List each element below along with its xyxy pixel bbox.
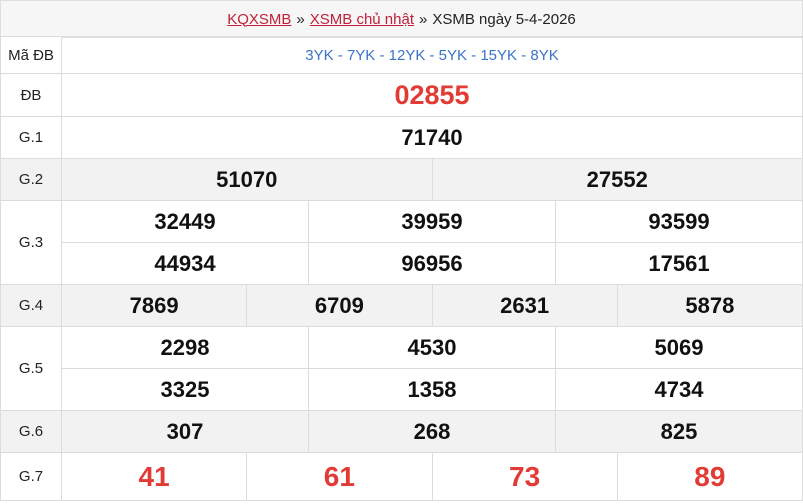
prize-number: 1358 bbox=[308, 368, 556, 411]
special-prize-number: 02855 bbox=[61, 73, 803, 117]
prize-number: 4530 bbox=[308, 326, 556, 369]
prize-number: 27552 bbox=[431, 158, 803, 201]
prize-number: 39959 bbox=[308, 200, 556, 243]
prize-number: 17561 bbox=[555, 242, 803, 285]
special-codes: 3YK - 7YK - 12YK - 5YK - 15YK - 8YK bbox=[61, 36, 803, 74]
breadcrumb-separator: » bbox=[296, 10, 305, 28]
prize-number: 7869 bbox=[60, 284, 248, 327]
row-g5-continued: 3325 1358 4734 bbox=[1, 368, 803, 411]
row-g7: G.7 41 61 73 89 bbox=[0, 452, 803, 501]
breadcrumb-separator: » bbox=[419, 10, 428, 28]
prize-number: 6709 bbox=[246, 284, 433, 327]
breadcrumb: KQXSMB » XSMB chủ nhật » XSMB ngày 5-4-2… bbox=[0, 0, 803, 38]
prize-number: 4734 bbox=[555, 368, 803, 411]
row-label: G.5 bbox=[0, 326, 62, 411]
row-label: G.6 bbox=[0, 410, 62, 453]
prize-number: 2631 bbox=[431, 284, 618, 327]
prize-number: 73 bbox=[431, 452, 618, 501]
row-label: G.1 bbox=[0, 116, 62, 159]
results-page: KQXSMB » XSMB chủ nhật » XSMB ngày 5-4-2… bbox=[0, 0, 803, 504]
prize-number: 71740 bbox=[61, 116, 803, 159]
lottery-results-table: Mã ĐB 3YK - 7YK - 12YK - 5YK - 15YK - 8Y… bbox=[0, 36, 803, 501]
row-g5: G.5 2298 4530 5069 bbox=[0, 326, 803, 411]
row-g4: G.4 7869 6709 2631 5878 bbox=[0, 284, 803, 327]
prize-number: 61 bbox=[246, 452, 433, 501]
breadcrumb-current: XSMB ngày 5-4-2026 bbox=[432, 10, 576, 28]
prize-number: 96956 bbox=[308, 242, 556, 285]
prize-number: 89 bbox=[616, 452, 803, 501]
prize-number: 825 bbox=[555, 410, 803, 453]
row-ma-db: Mã ĐB 3YK - 7YK - 12YK - 5YK - 15YK - 8Y… bbox=[0, 36, 803, 74]
prize-number: 3325 bbox=[61, 368, 309, 411]
row-label: ĐB bbox=[0, 73, 62, 117]
row-g6: G.6 307 268 825 bbox=[0, 410, 803, 453]
row-g1: G.1 71740 bbox=[0, 116, 803, 159]
row-label: G.7 bbox=[0, 452, 62, 501]
prize-number: 2298 bbox=[61, 326, 309, 369]
row-g2: G.2 51070 27552 bbox=[0, 158, 803, 201]
breadcrumb-section-link[interactable]: XSMB chủ nhật bbox=[310, 11, 414, 28]
prize-number: 307 bbox=[61, 410, 309, 453]
row-label: Mã ĐB bbox=[0, 36, 62, 74]
prize-number: 32449 bbox=[61, 200, 309, 243]
row-label: G.4 bbox=[0, 284, 62, 327]
prize-number: 41 bbox=[60, 452, 248, 501]
prize-number: 268 bbox=[308, 410, 556, 453]
prize-number: 5878 bbox=[616, 284, 803, 327]
row-label: G.2 bbox=[0, 158, 62, 201]
row-label: G.3 bbox=[0, 200, 62, 285]
breadcrumb-home-link[interactable]: KQXSMB bbox=[227, 11, 291, 28]
prize-number: 44934 bbox=[61, 242, 309, 285]
prize-number: 5069 bbox=[555, 326, 803, 369]
row-db: ĐB 02855 bbox=[0, 73, 803, 117]
prize-number: 93599 bbox=[555, 200, 803, 243]
row-g3: G.3 32449 39959 93599 bbox=[0, 200, 803, 285]
prize-number: 51070 bbox=[61, 158, 433, 201]
row-g3-continued: 44934 96956 17561 bbox=[1, 242, 803, 285]
